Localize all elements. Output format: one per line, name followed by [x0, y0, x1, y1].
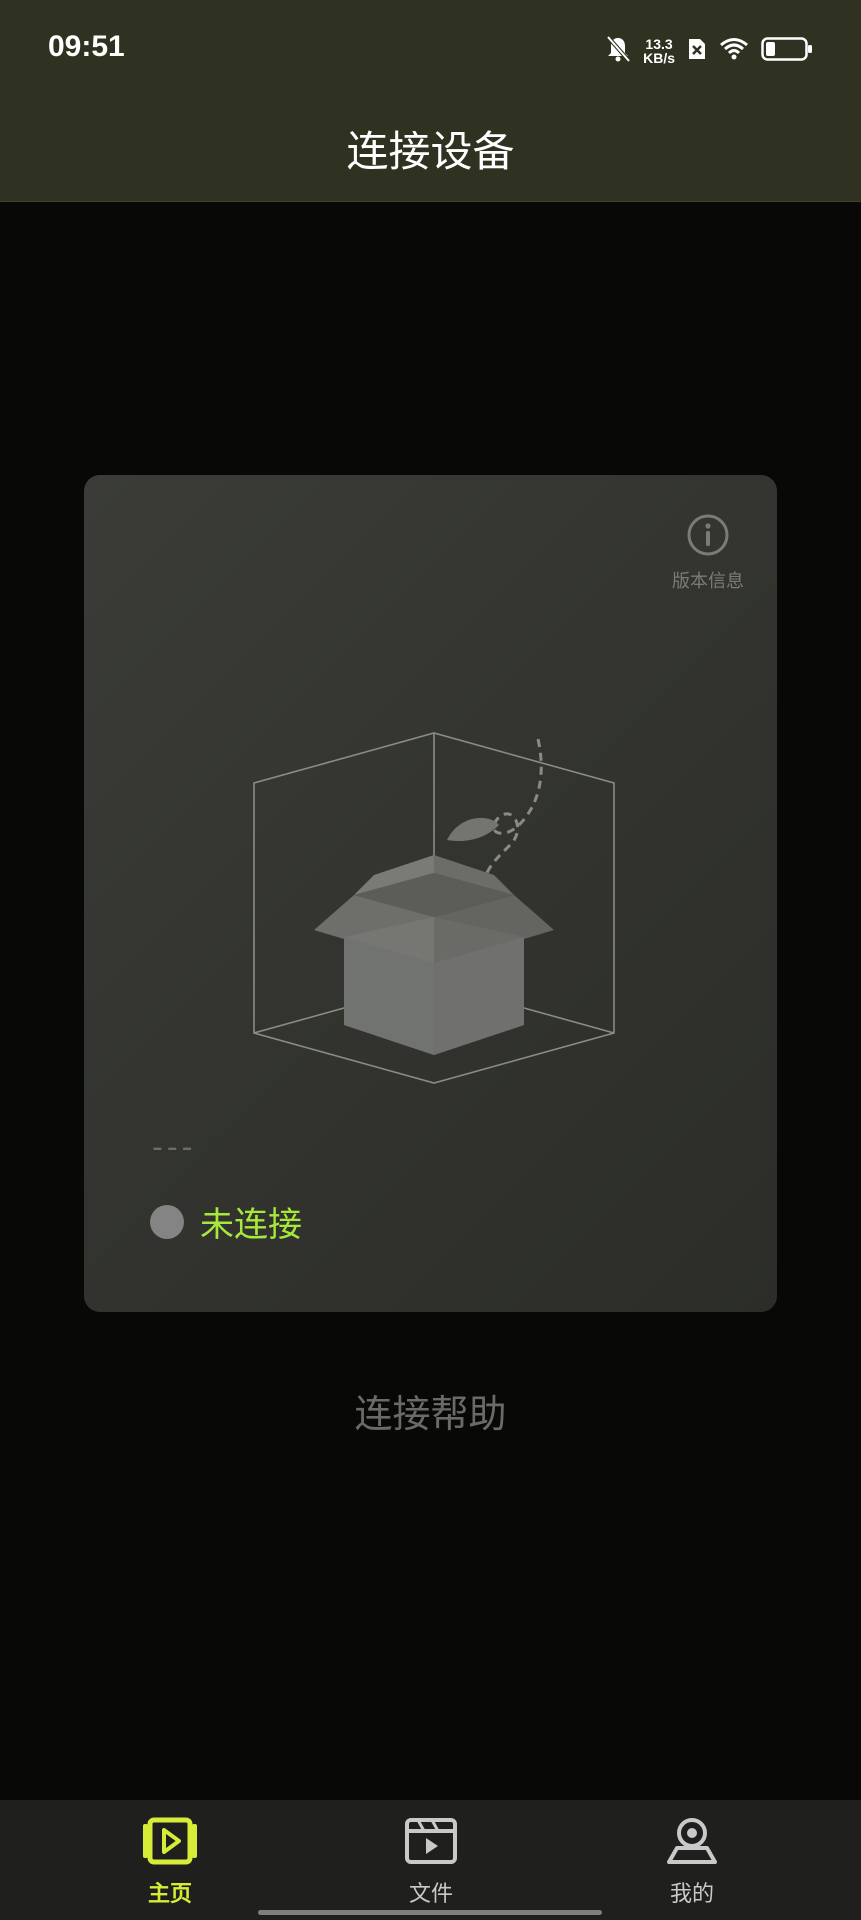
tab-profile-label: 我的 — [669, 1882, 714, 1907]
device-card[interactable]: 版本信息 --- 未连接 — [84, 475, 777, 1312]
profile-icon — [663, 1816, 721, 1870]
info-icon — [686, 513, 730, 561]
connect-help-link[interactable]: 连接帮助 — [0, 1383, 861, 1438]
tab-home-label: 主页 — [147, 1882, 192, 1907]
bottom-tab-bar: 主页 文件 我的 — [0, 1800, 861, 1920]
net-speed-value: 13.3 — [645, 36, 673, 52]
tab-files[interactable]: 文件 — [361, 1816, 501, 1916]
status-dot-icon — [150, 1204, 184, 1239]
tab-profile[interactable]: 我的 — [622, 1816, 762, 1916]
status-time: 09:51 — [48, 30, 125, 63]
connection-status-row: 未连接 — [150, 1197, 302, 1246]
home-video-icon — [141, 1816, 199, 1870]
connection-status-text: 未连接 — [200, 1205, 302, 1245]
wifi-icon — [719, 37, 749, 65]
empty-box-illustration — [234, 725, 634, 1105]
version-info-button[interactable]: 版本信息 — [658, 513, 758, 593]
film-file-icon — [402, 1816, 460, 1870]
page-title: 连接设备 — [346, 127, 515, 176]
status-icons: 13.3 KB/s — [605, 34, 813, 68]
tab-files-label: 文件 — [408, 1882, 453, 1907]
network-speed: 13.3 KB/s — [643, 37, 675, 65]
version-info-label: 版本信息 — [672, 571, 744, 592]
battery-icon — [761, 36, 813, 66]
tab-home[interactable]: 主页 — [100, 1816, 240, 1916]
net-speed-unit: KB/s — [643, 50, 675, 66]
status-bar: 09:51 13.3 KB/s — [0, 0, 861, 100]
home-indicator[interactable] — [258, 1910, 602, 1915]
sim-x-icon — [687, 37, 707, 65]
bell-muted-icon — [605, 35, 631, 67]
device-name: --- — [152, 1130, 197, 1165]
